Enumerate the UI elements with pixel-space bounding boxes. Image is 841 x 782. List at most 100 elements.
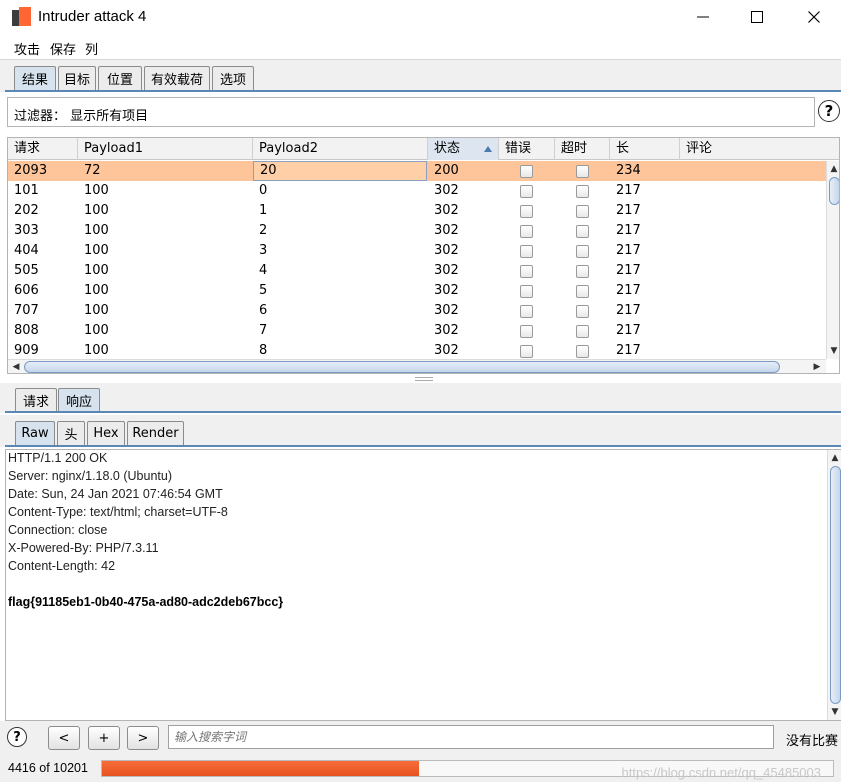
close-icon (808, 11, 820, 23)
tab-divider (5, 90, 841, 92)
tab-raw[interactable]: Raw (15, 421, 55, 445)
cell-comment (680, 201, 686, 221)
menu-attack[interactable]: 攻击 (14, 39, 40, 58)
filter-bar[interactable]: 过滤器： 显示所有项目 (7, 97, 815, 127)
error-checkbox[interactable] (520, 285, 533, 298)
detail-tabs (0, 383, 841, 413)
next-match-button[interactable]: > (127, 726, 159, 750)
scroll-thumb[interactable] (830, 466, 841, 704)
cell-payload2: 20 (253, 161, 427, 181)
response-vertical-scrollbar[interactable]: ▲ ▼ (827, 450, 841, 720)
table-row[interactable]: 2093 72 20 200 234 (8, 161, 826, 181)
error-checkbox[interactable] (520, 245, 533, 258)
response-line: HTTP/1.1 200 OK (8, 451, 108, 465)
table-row[interactable]: 808 100 7 302 217 (8, 321, 826, 341)
previous-match-button[interactable]: < (48, 726, 80, 750)
tab-target[interactable]: 目标 (58, 66, 96, 90)
maximize-icon (751, 11, 763, 23)
tab-payloads[interactable]: 有效载荷 (144, 66, 210, 90)
table-row[interactable]: 303 100 2 302 217 (8, 221, 826, 241)
column-header-request[interactable]: 请求 (8, 138, 78, 160)
menu-save[interactable]: 保存 (50, 39, 76, 58)
error-checkbox[interactable] (520, 225, 533, 238)
menu-bar: 攻击 保存 列 (0, 34, 841, 60)
error-checkbox[interactable] (520, 265, 533, 278)
tab-response[interactable]: 响应 (58, 388, 100, 412)
column-header-status[interactable]: 状态 (428, 138, 499, 160)
minimize-button[interactable] (675, 0, 731, 34)
error-checkbox[interactable] (520, 325, 533, 338)
add-search-button[interactable]: + (88, 726, 120, 750)
search-input[interactable] (168, 725, 774, 749)
cell-payload2: 8 (259, 343, 268, 358)
pane-splitter[interactable] (415, 377, 433, 381)
timeout-checkbox[interactable] (576, 305, 589, 318)
tab-positions[interactable]: 位置 (98, 66, 142, 90)
timeout-checkbox[interactable] (576, 165, 589, 178)
tab-request[interactable]: 请求 (15, 388, 57, 412)
response-viewer[interactable]: HTTP/1.1 200 OK Server: nginx/1.18.0 (Ub… (5, 449, 841, 721)
timeout-checkbox[interactable] (576, 205, 589, 218)
help-icon[interactable]: ? (818, 100, 840, 122)
maximize-button[interactable] (729, 0, 785, 34)
response-flag-line: flag{91185eb1-0b40-475a-ad80-adc2deb67bc… (8, 595, 284, 609)
progress-fill (102, 761, 419, 776)
error-checkbox[interactable] (520, 345, 533, 358)
tab-options[interactable]: 选项 (212, 66, 254, 90)
scroll-thumb[interactable] (829, 177, 839, 205)
scroll-down-icon[interactable]: ▼ (828, 705, 841, 719)
table-row[interactable]: 707 100 6 302 217 (8, 301, 826, 321)
scroll-up-icon[interactable]: ▲ (828, 451, 841, 465)
cell-request: 2093 (14, 163, 48, 178)
table-horizontal-scrollbar[interactable]: ◀ ▶ (8, 359, 826, 373)
timeout-checkbox[interactable] (576, 225, 589, 238)
scroll-left-icon[interactable]: ◀ (9, 360, 23, 373)
error-checkbox[interactable] (520, 165, 533, 178)
cell-status: 200 (434, 163, 459, 178)
attack-progress-bar: https://blog.csdn.net/qq_45485003 (101, 760, 834, 780)
column-header-payload2[interactable]: Payload2 (253, 138, 428, 160)
table-row[interactable]: 505 100 4 302 217 (8, 261, 826, 281)
tab-headers[interactable]: 头 (57, 421, 85, 445)
timeout-checkbox[interactable] (576, 265, 589, 278)
cell-length: 217 (616, 343, 641, 358)
cell-length: 217 (616, 243, 641, 258)
title-bar: Intruder attack 4 (0, 0, 841, 34)
table-row[interactable]: 606 100 5 302 217 (8, 281, 826, 301)
column-header-comment[interactable]: 评论 (680, 138, 839, 160)
column-header-timeout[interactable]: 超时 (555, 138, 610, 160)
table-row[interactable]: 101 100 0 302 217 (8, 181, 826, 201)
burp-app-icon (12, 7, 32, 27)
table-row[interactable]: 909 100 8 302 217 (8, 341, 826, 359)
scroll-up-icon[interactable]: ▲ (827, 162, 839, 176)
column-header-payload1[interactable]: Payload1 (78, 138, 253, 160)
scroll-thumb-horizontal[interactable] (24, 361, 780, 373)
cell-comment (680, 221, 686, 241)
table-row[interactable]: 202 100 1 302 217 (8, 201, 826, 221)
menu-columns[interactable]: 列 (85, 39, 98, 58)
table-vertical-scrollbar[interactable]: ▲ ▼ (826, 161, 839, 359)
view-tab-divider (5, 445, 841, 447)
cell-payload1: 100 (84, 183, 109, 198)
timeout-checkbox[interactable] (576, 185, 589, 198)
table-row[interactable]: 404 100 3 302 217 (8, 241, 826, 261)
timeout-checkbox[interactable] (576, 285, 589, 298)
response-line: Connection: close (8, 523, 108, 537)
column-header-error[interactable]: 错误 (499, 138, 555, 160)
error-checkbox[interactable] (520, 185, 533, 198)
timeout-checkbox[interactable] (576, 345, 589, 358)
search-help-icon[interactable]: ? (7, 727, 27, 747)
timeout-checkbox[interactable] (576, 245, 589, 258)
tab-render[interactable]: Render (127, 421, 184, 445)
error-checkbox[interactable] (520, 305, 533, 318)
cell-length: 217 (616, 223, 641, 238)
column-header-length[interactable]: 长 (610, 138, 680, 160)
scroll-down-icon[interactable]: ▼ (827, 344, 839, 358)
close-button[interactable] (786, 0, 841, 34)
error-checkbox[interactable] (520, 205, 533, 218)
tab-hex[interactable]: Hex (87, 421, 125, 445)
tab-results[interactable]: 结果 (14, 66, 56, 90)
scroll-right-icon[interactable]: ▶ (810, 360, 824, 373)
column-header-status-label: 状态 (434, 141, 461, 156)
timeout-checkbox[interactable] (576, 325, 589, 338)
